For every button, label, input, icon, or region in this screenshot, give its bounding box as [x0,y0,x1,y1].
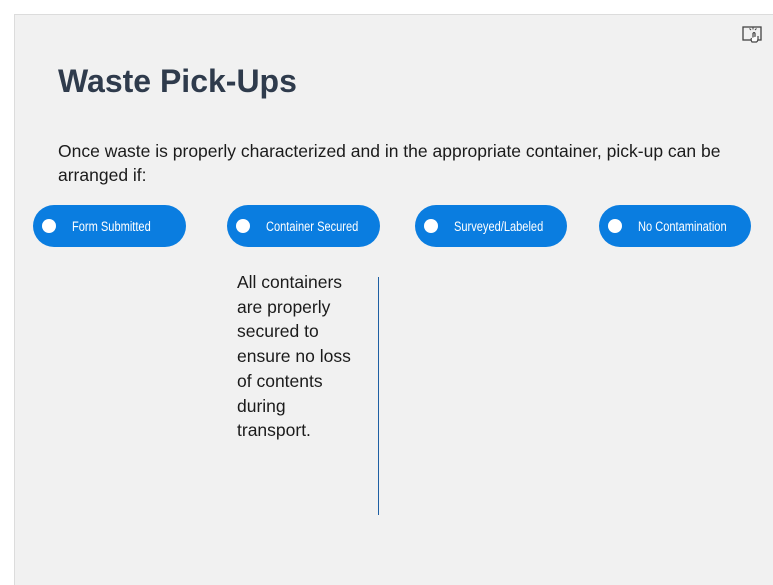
page-title: Waste Pick-Ups [58,63,297,99]
radio-dot-icon [236,219,250,233]
tab-label: Container Secured [266,218,359,234]
tab-label: Surveyed/Labeled [454,218,544,234]
radio-dot-icon [42,219,56,233]
slide-canvas: Waste Pick-Ups Once waste is properly ch… [14,14,773,585]
touch-interaction-icon[interactable] [742,25,764,45]
tab-form-submitted[interactable]: Form Submitted [33,205,186,247]
tab-container-secured[interactable]: Container Secured [227,205,380,247]
divider-line [378,277,379,515]
tab-label: No Contamination [638,218,727,234]
tab-surveyed-labeled[interactable]: Surveyed/Labeled [415,205,567,247]
intro-text: Once waste is properly characterized and… [58,141,721,185]
tab-no-contamination[interactable]: No Contamination [599,205,751,247]
tab-label: Form Submitted [72,218,151,234]
radio-dot-icon [424,219,438,233]
container-secured-detail: All containers are properly secured to e… [237,272,351,441]
radio-dot-icon [608,219,622,233]
